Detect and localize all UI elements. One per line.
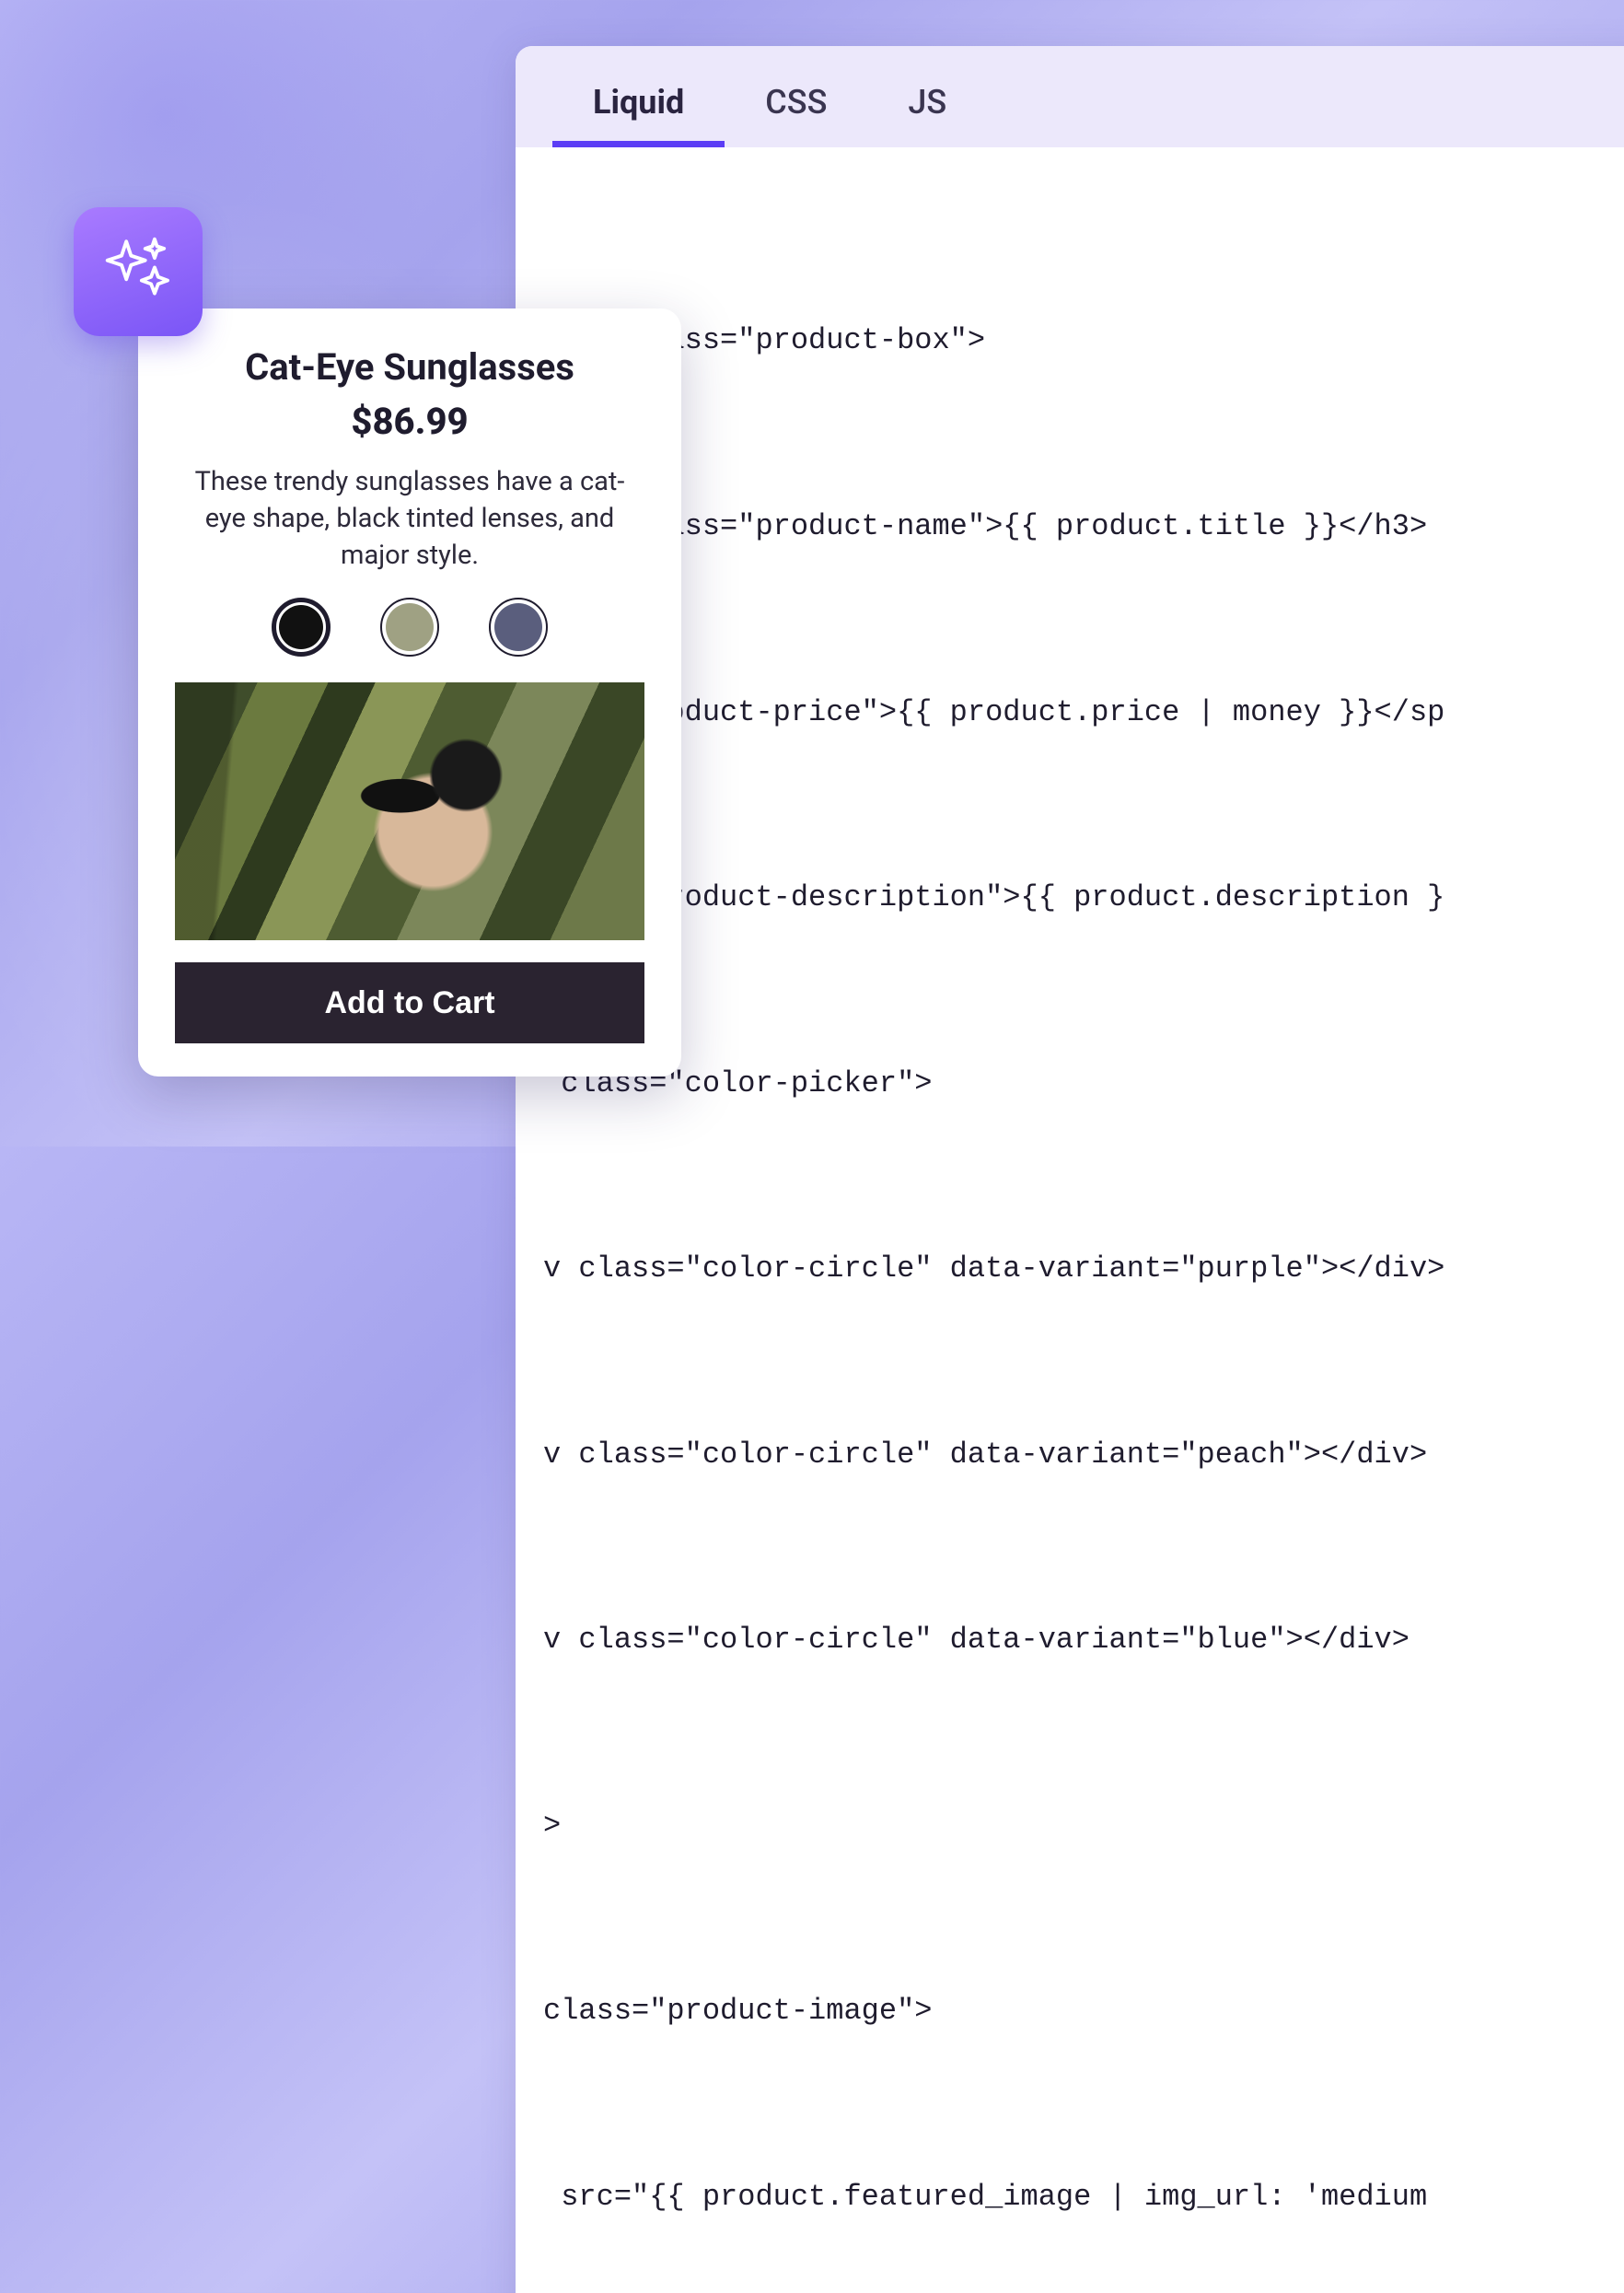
code-line: <h3 class="product-name">{{ product.titl… xyxy=(543,495,1624,557)
code-line: > xyxy=(543,1795,1624,1857)
code-editor-window: Liquid CSS JS <div class="product-box"> … xyxy=(516,46,1624,2293)
code-line: class="product-image"> xyxy=(543,1980,1624,2042)
ai-sparkle-badge xyxy=(74,207,203,336)
editor-tab-bar: Liquid CSS JS xyxy=(516,46,1624,147)
product-image xyxy=(175,682,644,940)
button-label: Add to Cart xyxy=(324,985,494,1020)
tab-label: CSS xyxy=(765,83,827,122)
code-line: class="color-picker"> xyxy=(543,1053,1624,1114)
tab-label: JS xyxy=(908,83,946,122)
code-line: v class="color-circle" data-variant="pea… xyxy=(543,1424,1624,1485)
product-title: Cat-Eye Sunglasses xyxy=(175,345,644,389)
tab-js[interactable]: JS xyxy=(867,55,987,147)
sparkle-icon xyxy=(100,232,176,311)
code-area[interactable]: <div class="product-box"> <h3 class="pro… xyxy=(516,147,1624,2293)
tab-liquid[interactable]: Liquid xyxy=(552,55,725,147)
code-line: lass="product-description">{{ product.de… xyxy=(543,867,1624,928)
code-line: v class="color-circle" data-variant="blu… xyxy=(543,1609,1624,1670)
tab-css[interactable]: CSS xyxy=(725,55,867,147)
code-line: src="{{ product.featured_image | img_url… xyxy=(543,2166,1624,2228)
code-line: ass="product-price">{{ product.price | m… xyxy=(543,681,1624,743)
tab-label: Liquid xyxy=(593,83,684,122)
code-line: <div class="product-box"> xyxy=(543,309,1624,371)
color-picker xyxy=(175,598,644,657)
color-swatch-black[interactable] xyxy=(272,598,331,657)
color-swatch-olive[interactable] xyxy=(380,598,439,657)
product-card: Cat-Eye Sunglasses $86.99 These trendy s… xyxy=(138,308,681,1077)
product-price: $86.99 xyxy=(175,400,644,443)
add-to-cart-button[interactable]: Add to Cart xyxy=(175,962,644,1043)
code-line: v class="color-circle" data-variant="pur… xyxy=(543,1238,1624,1299)
product-description: These trendy sunglasses have a cat-eye s… xyxy=(189,463,631,574)
color-swatch-slate[interactable] xyxy=(489,598,548,657)
